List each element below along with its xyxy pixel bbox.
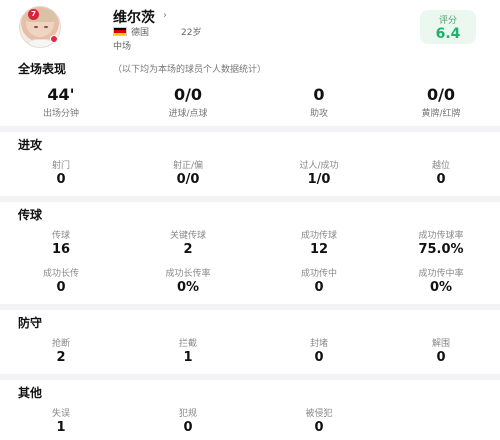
stat-label: 越位 xyxy=(431,161,450,171)
stat-label: 封堵 xyxy=(309,339,328,349)
stat-passes: 传球 16 xyxy=(6,230,116,258)
stat-value: 0 xyxy=(314,420,324,435)
stat-errors: 失误 1 xyxy=(6,408,116,436)
stat-label: 成功传中率 xyxy=(418,269,464,279)
stat-value: 12 xyxy=(309,242,329,257)
stat-value: 2 xyxy=(183,242,193,257)
stat-label: 传球 xyxy=(51,231,70,241)
stat-minutes-played: 44' 出场分钟 xyxy=(6,85,116,120)
passing-title: 传球 xyxy=(18,208,43,222)
stat-value: 2 xyxy=(56,350,66,365)
stat-interceptions: 拦截 1 xyxy=(133,338,243,366)
stat-accurate-crosses: 成功传中 0 xyxy=(264,268,374,296)
other-title: 其他 xyxy=(18,386,43,400)
avatar-right-eye xyxy=(44,26,48,28)
section-divider xyxy=(0,374,500,380)
stat-assists: 0 助攻 xyxy=(264,85,374,120)
stat-value: 0/0 xyxy=(173,85,203,104)
stat-value: 0/0 xyxy=(176,172,200,187)
stat-label: 拦截 xyxy=(178,339,197,349)
stat-value: 0% xyxy=(176,280,200,295)
overview-title: 全场表现 xyxy=(18,62,67,76)
stat-label: 过人/成功 xyxy=(299,161,339,171)
stat-label: 成功长传率 xyxy=(165,269,211,279)
stat-label: 解围 xyxy=(431,339,450,349)
attack-title: 进攻 xyxy=(18,138,43,152)
stat-value: 0 xyxy=(314,280,324,295)
stat-accurate-long-balls: 成功长传 0 xyxy=(6,268,116,296)
stat-label: 助攻 xyxy=(309,109,328,119)
stat-value: 75.0% xyxy=(418,242,464,257)
stat-label: 抢断 xyxy=(51,339,70,349)
stat-pass-accuracy: 成功传球率 75.0% xyxy=(386,230,496,258)
jersey-number-badge: 7 xyxy=(28,9,39,20)
stat-label: 被侵犯 xyxy=(305,409,333,419)
rating-value: 6.4 xyxy=(435,26,461,42)
stat-value: 0 xyxy=(313,85,325,104)
stat-dribbles: 过人/成功 1/0 xyxy=(264,160,374,188)
stat-value: 0 xyxy=(56,172,66,187)
stat-value: 0 xyxy=(436,350,446,365)
avatar-left-eye xyxy=(34,26,38,28)
stat-label: 成功传球率 xyxy=(418,231,464,241)
stat-cross-accuracy: 成功传中率 0% xyxy=(386,268,496,296)
stat-shots: 射门 0 xyxy=(6,160,116,188)
stat-label: 失误 xyxy=(51,409,70,419)
stat-label: 射门 xyxy=(51,161,70,171)
rating-label: 评分 xyxy=(438,16,457,26)
stat-fouled: 被侵犯 0 xyxy=(264,408,374,436)
stat-key-passes: 关键传球 2 xyxy=(133,230,243,258)
overview-note: （以下均为本场的球员个人数据统计） xyxy=(113,65,267,75)
stat-value: 1/0 xyxy=(307,172,331,187)
stat-value: 1 xyxy=(56,420,66,435)
player-header: 7 维尔茨 › 德国 22岁 中场 评分 6.4 xyxy=(0,0,500,54)
stat-clearances: 解围 0 xyxy=(386,338,496,366)
section-divider xyxy=(0,304,500,310)
stat-fouls: 犯规 0 xyxy=(133,408,243,436)
chevron-right-icon[interactable]: › xyxy=(163,10,167,21)
section-divider xyxy=(0,126,500,132)
stat-tackles: 抢断 2 xyxy=(6,338,116,366)
stat-value: 0 xyxy=(314,350,324,365)
stat-label: 成功传中 xyxy=(300,269,337,279)
stat-label: 黄牌/红牌 xyxy=(421,109,461,119)
stat-value: 1 xyxy=(183,350,193,365)
club-logo-icon xyxy=(50,35,58,43)
defense-title: 防守 xyxy=(18,316,43,330)
stat-offsides: 越位 0 xyxy=(386,160,496,188)
stat-value: 0% xyxy=(429,280,453,295)
section-divider xyxy=(0,196,500,202)
stat-label: 成功长传 xyxy=(42,269,79,279)
stat-long-ball-accuracy: 成功长传率 0% xyxy=(133,268,243,296)
stat-value: 16 xyxy=(51,242,71,257)
player-age: 22岁 xyxy=(181,28,202,38)
germany-flag-icon xyxy=(113,27,127,36)
player-position: 中场 xyxy=(113,42,132,52)
stat-value: 44' xyxy=(47,85,75,104)
player-country: 德国 xyxy=(131,28,150,38)
stat-shots-on-off: 射正/偏 0/0 xyxy=(133,160,243,188)
stat-cards: 0/0 黄牌/红牌 xyxy=(386,85,496,120)
stat-label: 射正/偏 xyxy=(172,161,204,171)
stat-goals-penalties: 0/0 进球/点球 xyxy=(133,85,243,120)
stat-label: 关键传球 xyxy=(169,231,206,241)
stat-label: 成功传球 xyxy=(300,231,337,241)
stat-value: 0 xyxy=(183,420,193,435)
stat-blocks: 封堵 0 xyxy=(264,338,374,366)
stat-value: 0 xyxy=(436,172,446,187)
stat-value: 0/0 xyxy=(426,85,456,104)
stat-label: 犯规 xyxy=(178,409,197,419)
player-name[interactable]: 维尔茨 xyxy=(113,7,155,27)
stat-accurate-passes: 成功传球 12 xyxy=(264,230,374,258)
stat-label: 出场分钟 xyxy=(42,109,79,119)
stat-value: 0 xyxy=(56,280,66,295)
stat-label: 进球/点球 xyxy=(168,109,208,119)
rating-badge: 评分 6.4 xyxy=(420,10,476,44)
